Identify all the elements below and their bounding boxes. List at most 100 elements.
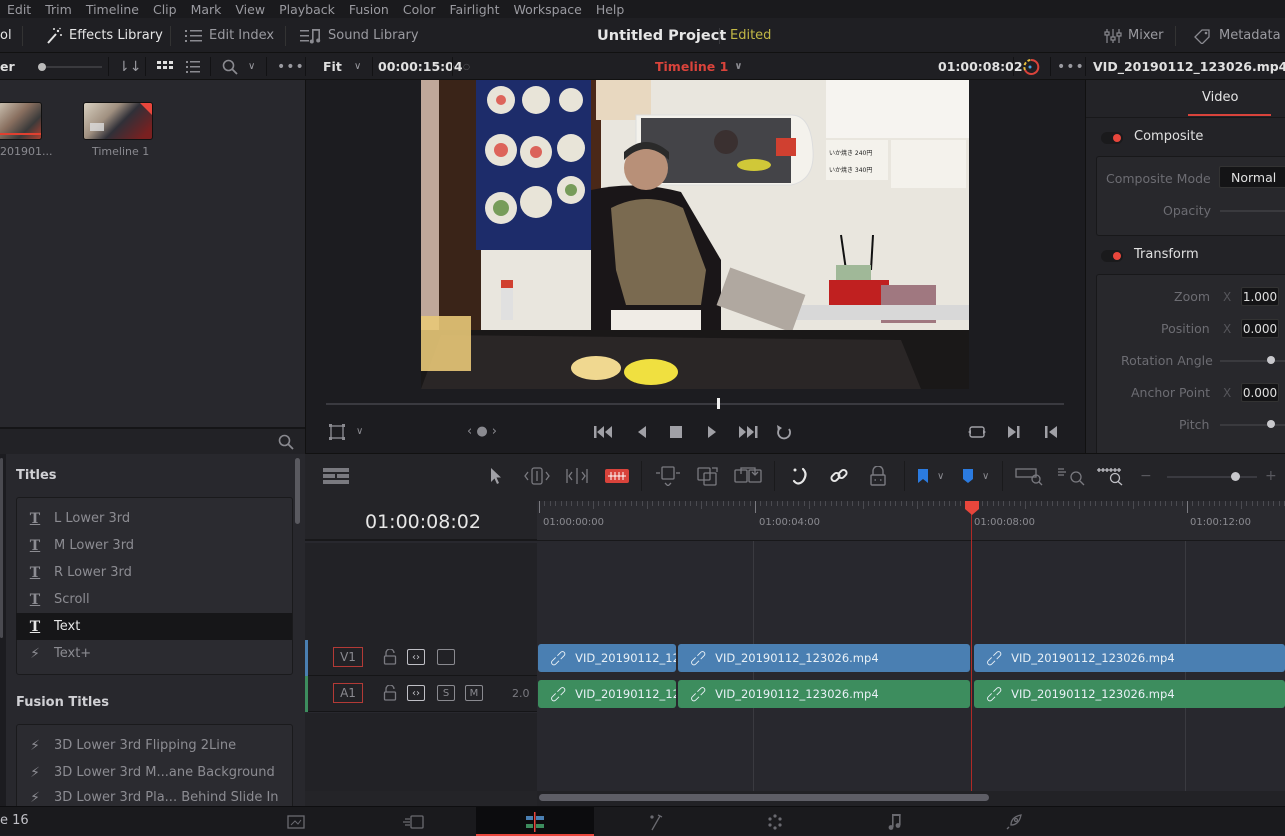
zoom-out-icon[interactable]: − — [1140, 465, 1152, 487]
slider-knob[interactable] — [1230, 472, 1240, 481]
insert-clip-icon[interactable] — [654, 465, 682, 487]
menu-edit[interactable]: Edit — [0, 2, 38, 17]
go-to-end-icon[interactable] — [738, 424, 758, 443]
video-clip[interactable]: ⊂⊃ VID_20190112_123... — [538, 644, 676, 672]
selection-tool-icon[interactable] — [490, 465, 502, 487]
viewer-scrubber[interactable] — [326, 398, 1064, 409]
blade-tool-icon[interactable] — [605, 465, 629, 487]
timeline-ruler[interactable]: 01:00:00:00 01:00:04:00 01:00:08:00 01:0… — [537, 501, 1285, 541]
deliver-page-icon[interactable] — [994, 807, 1034, 836]
media-pool-button[interactable]: ol — [0, 18, 12, 53]
effect-item[interactable]: T L Lower 3rd — [16, 505, 292, 532]
color-wheel-icon[interactable] — [1022, 53, 1040, 80]
timeline-thumbnail[interactable] — [83, 102, 153, 140]
audio-clip[interactable]: ⊂⊃ VID_20190112_123026.mp4 — [974, 680, 1285, 708]
menu-trim[interactable]: Trim — [35, 2, 79, 17]
menu-mark[interactable]: Mark — [181, 2, 229, 17]
effect-item[interactable]: T M Lower 3rd — [16, 532, 292, 559]
menu-view[interactable]: View — [225, 2, 272, 17]
trim-tool-icon[interactable] — [522, 465, 552, 487]
linked-selection-icon[interactable] — [829, 465, 849, 487]
menu-help[interactable]: Help — [586, 2, 632, 17]
edit-page-tab[interactable] — [476, 807, 594, 836]
slider-knob[interactable] — [1267, 420, 1275, 428]
go-to-start-icon[interactable] — [594, 424, 614, 443]
search-icon[interactable] — [278, 434, 294, 450]
sort-icon[interactable]: ⇂↓ — [118, 53, 141, 80]
stop-icon[interactable] — [669, 424, 683, 443]
chevron-down-icon[interactable]: ∨ — [982, 465, 989, 487]
menu-color[interactable]: Color — [393, 2, 443, 17]
video-frame[interactable]: いか焼き 240円 いか焼き 340円 — [421, 80, 969, 389]
grid-view-icon[interactable] — [157, 53, 173, 80]
metadata-button[interactable]: Metadata — [1193, 18, 1281, 53]
list-view-icon[interactable] — [186, 53, 200, 80]
chevron-down-icon[interactable]: ∨ — [937, 465, 944, 487]
composite-toggle[interactable] — [1101, 132, 1123, 144]
chevron-down-icon[interactable]: ∨ — [356, 424, 363, 440]
effect-item[interactable]: ⚡ 3D Lower 3rd M...ane Background — [16, 759, 292, 786]
video-clip[interactable]: ⊂⊃ VID_20190112_123026.mp4 — [678, 644, 970, 672]
timeline-scrollbar[interactable] — [539, 794, 989, 801]
mixer-button[interactable]: Mixer — [1104, 18, 1163, 53]
thumbnail-size-slider[interactable] — [38, 53, 102, 80]
tab-video[interactable]: Video — [1202, 90, 1238, 105]
edit-index-button[interactable]: Edit Index — [185, 18, 274, 53]
video-clip[interactable]: ⊂⊃ VID_20190112_123026.mp4 — [974, 644, 1285, 672]
position-lock-icon[interactable] — [869, 465, 887, 487]
reverse-play-icon[interactable] — [636, 424, 648, 443]
zoom-detail-icon[interactable] — [1056, 465, 1086, 487]
effect-item[interactable]: ⚡ 3D Lower 3rd Flipping 2Line — [16, 732, 292, 759]
solo-button[interactable]: S — [437, 685, 455, 701]
timeline-selector[interactable]: Timeline 1 ∨ — [655, 53, 742, 80]
zoom-custom-icon[interactable] — [1095, 465, 1125, 487]
more-options-icon[interactable]: ••• — [1057, 53, 1085, 80]
audio-clip[interactable]: ⊂⊃ VID_20190112_123... — [538, 680, 676, 708]
replace-clip-icon[interactable] — [733, 465, 763, 487]
effects-library-button[interactable]: Effects Library — [45, 18, 163, 53]
effects-scrollbar[interactable] — [295, 458, 300, 524]
effect-item[interactable]: ⚡ 3D Lower 3rd Pla... Behind Slide In — [16, 786, 292, 804]
match-frame-icon[interactable] — [967, 424, 987, 443]
effect-item[interactable]: ⚡ Text+ — [16, 640, 292, 667]
jog-control[interactable]: ‹ ● › — [467, 424, 497, 440]
transform-toggle[interactable] — [1101, 250, 1123, 262]
anchor-point-x-field[interactable]: 0.000 — [1241, 383, 1279, 402]
search-icon[interactable] — [222, 53, 238, 80]
scrubber-handle[interactable] — [717, 398, 721, 409]
effect-item[interactable]: T Scroll — [16, 586, 292, 613]
zoom-in-icon[interactable]: + — [1265, 465, 1277, 487]
loop-icon[interactable] — [774, 424, 794, 443]
media-clip-thumbnail[interactable] — [0, 102, 42, 140]
cut-page-icon[interactable] — [395, 807, 435, 836]
menu-playback[interactable]: Playback — [269, 2, 342, 17]
position-x-field[interactable]: 0.000 — [1241, 319, 1279, 338]
menu-clip[interactable]: Clip — [143, 2, 184, 17]
fusion-page-icon[interactable] — [636, 807, 676, 836]
rotation-angle-slider[interactable] — [1220, 360, 1285, 362]
timeline-zoom-slider[interactable] — [1167, 472, 1257, 481]
chevron-down-icon[interactable]: ∨ — [354, 53, 361, 80]
snapping-icon[interactable] — [790, 465, 810, 487]
track-label[interactable]: V1 — [333, 647, 363, 667]
slider-knob[interactable] — [1267, 356, 1275, 364]
pitch-slider[interactable] — [1220, 424, 1285, 426]
marker-icon[interactable] — [962, 465, 974, 487]
menu-fusion[interactable]: Fusion — [339, 2, 396, 17]
mark-out-icon[interactable] — [1044, 424, 1058, 443]
effect-item[interactable]: T R Lower 3rd — [16, 559, 292, 586]
auto-select-icon[interactable]: ‹› — [407, 685, 425, 701]
track-lock-icon[interactable] — [383, 648, 397, 668]
composite-mode-dropdown[interactable]: Normal — [1219, 166, 1285, 188]
viewer-zoom-dropdown[interactable]: Fit — [323, 53, 342, 80]
zoom-full-icon[interactable] — [1014, 465, 1044, 487]
track-lock-icon[interactable] — [383, 684, 397, 704]
viewer-crop-icon[interactable] — [329, 424, 345, 443]
dynamic-trim-icon[interactable] — [564, 465, 590, 487]
timeline-view-options-icon[interactable] — [323, 465, 349, 487]
sound-library-button[interactable]: Sound Library — [300, 18, 419, 53]
flag-icon[interactable] — [917, 465, 929, 487]
track-label[interactable]: A1 — [333, 683, 363, 703]
fairlight-page-icon[interactable] — [875, 807, 915, 836]
mark-in-icon[interactable] — [1007, 424, 1021, 443]
